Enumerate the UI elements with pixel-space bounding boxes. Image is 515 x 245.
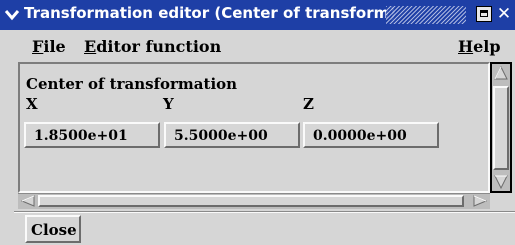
close-button[interactable]: Close <box>25 215 81 243</box>
title-grip <box>386 6 466 24</box>
menu-editor-function-mnemonic: E <box>84 37 97 56</box>
section-title: Center of transformation <box>26 75 238 93</box>
y-value-field[interactable]: 5.5000e+00 <box>164 122 300 148</box>
separator <box>14 211 515 213</box>
scroll-down-arrow-icon[interactable] <box>494 175 508 189</box>
scroll-right-arrow-icon[interactable] <box>473 195 487 207</box>
menu-file-mnemonic: F <box>32 37 44 56</box>
menu-file-label: ile <box>43 37 66 56</box>
close-icon[interactable]: ✕ <box>496 6 512 23</box>
x-value-field[interactable]: 1.8500e+01 <box>24 122 160 148</box>
y-value: 5.5000e+00 <box>174 128 268 144</box>
menu-bar: File Editor function Help <box>14 31 515 61</box>
vertical-scroll-thumb[interactable] <box>493 86 509 170</box>
scroll-up-arrow-icon[interactable] <box>494 66 508 80</box>
menu-help[interactable]: Help <box>458 37 501 56</box>
x-label: X <box>26 95 38 113</box>
z-value: 0.0000e+00 <box>313 128 407 144</box>
window-title: Transformation editor (Center of transfo… <box>24 4 397 22</box>
menu-file[interactable]: File <box>32 37 66 56</box>
menu-help-label: elp <box>473 37 501 56</box>
menu-help-mnemonic: H <box>458 37 474 56</box>
chevron-down-icon[interactable] <box>4 6 20 22</box>
title-bar[interactable]: Transformation editor (Center of transfo… <box>0 0 515 30</box>
menu-editor-function[interactable]: Editor function <box>84 37 221 56</box>
scroll-left-arrow-icon[interactable] <box>21 195 35 207</box>
z-label: Z <box>303 95 314 113</box>
minimize-icon[interactable] <box>476 6 492 22</box>
vertical-scrollbar[interactable] <box>490 62 512 193</box>
x-value: 1.8500e+01 <box>34 128 128 144</box>
z-value-field[interactable]: 0.0000e+00 <box>303 122 439 148</box>
horizontal-scroll-thumb[interactable] <box>38 195 464 207</box>
horizontal-scrollbar[interactable] <box>18 193 490 209</box>
menu-editor-function-label: ditor function <box>96 37 222 56</box>
y-label: Y <box>163 95 174 113</box>
transformation-editor-window: Transformation editor (Center of transfo… <box>0 0 515 245</box>
